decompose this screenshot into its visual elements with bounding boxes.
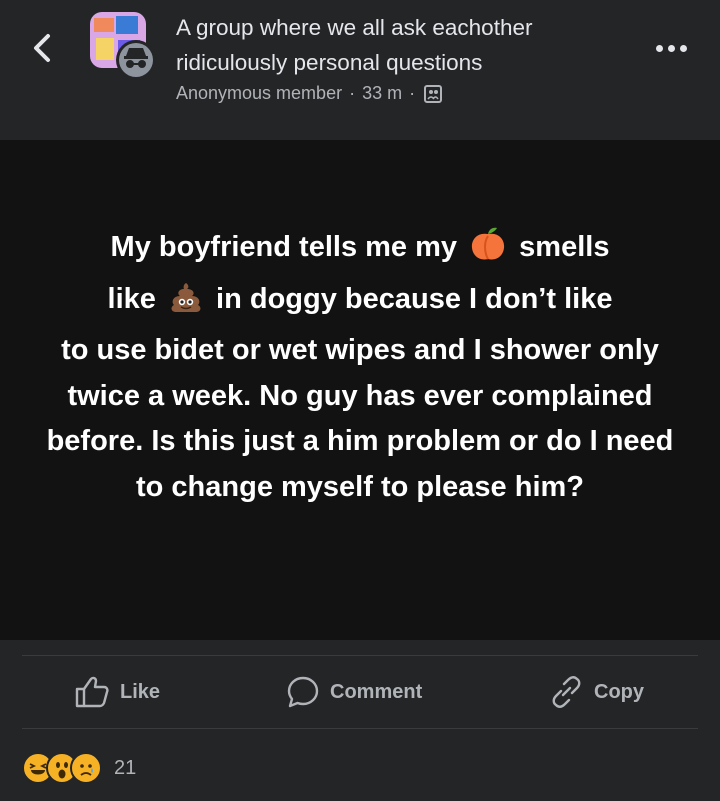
back-button[interactable] [26,28,62,68]
post-actions: Like Comment Copy [0,656,720,728]
like-button[interactable]: Like [74,656,160,728]
more-options-button[interactable] [656,36,696,60]
post-text-part: to use bidet or wet wipes and I shower o… [46,334,674,503]
like-label: Like [120,680,161,703]
post-content-area: My boyfriend tells me my smells like in … [0,140,720,640]
more-dot [680,44,687,52]
poop-emoji [168,280,204,329]
thumbs-up-icon [75,676,109,708]
comment-bubble-icon [287,676,319,708]
comment-button[interactable]: Comment [286,656,422,728]
peach-emoji [469,226,507,277]
post-header: A group where we all ask eachother ridic… [0,0,720,140]
divider [22,728,698,729]
group-title[interactable]: A group where we all ask eachother ridic… [176,10,646,80]
more-dot [656,44,663,52]
post-time[interactable]: 33 m [362,83,402,104]
post-text-part: smells [519,231,610,263]
group-avatar[interactable] [88,10,158,80]
reaction-summary[interactable]: 21 [22,752,136,784]
more-dot [668,44,675,52]
link-icon [552,676,581,708]
post-meta: Anonymous member · 33 m · [176,83,443,104]
reaction-count: 21 [114,756,137,779]
post-text-part: in doggy because I don’t like [216,282,613,315]
comment-label: Comment [330,680,423,703]
post-text-part: like [107,282,156,315]
post-text-part: My boyfriend tells me my [110,231,458,263]
meta-separator: · [409,83,416,103]
copy-button[interactable]: Copy [548,656,644,728]
chevron-left-icon [34,34,50,62]
meta-separator: · [349,83,356,103]
copy-label: Copy [594,680,644,703]
group-privacy-icon [424,84,443,103]
sad-emoji [70,752,102,784]
author-name: Anonymous member [176,83,343,103]
post-text: My boyfriend tells me my smells like in … [40,225,680,510]
